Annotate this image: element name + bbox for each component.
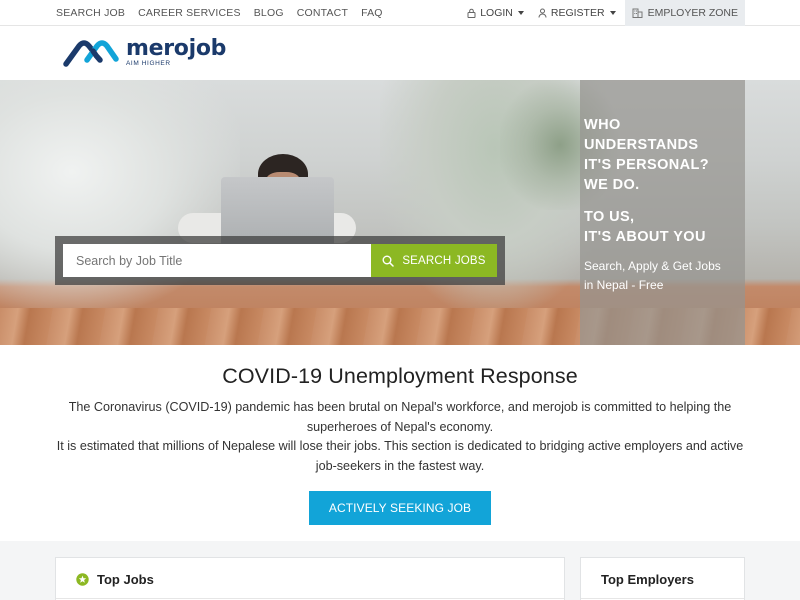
register-dropdown[interactable]: REGISTER: [538, 7, 616, 19]
job-search-input[interactable]: [63, 244, 371, 277]
job-search-form: SEARCH JOBS: [55, 236, 505, 285]
search-jobs-label: SEARCH JOBS: [402, 254, 486, 267]
top-jobs-card: Top Jobs: [55, 557, 565, 600]
search-jobs-button[interactable]: SEARCH JOBS: [371, 244, 497, 277]
site-header: merojob AIM HIGHER: [0, 26, 800, 80]
employer-zone-label: EMPLOYER ZONE: [647, 7, 738, 19]
nav-blog[interactable]: BLOG: [254, 7, 284, 19]
building-icon: [632, 8, 643, 18]
top-employers-label: Top Employers: [601, 572, 694, 587]
hero-subtext-line: Search, Apply & Get Jobs: [584, 259, 721, 273]
divider: [56, 598, 564, 599]
chevron-down-icon: [517, 11, 524, 15]
top-jobs-label: Top Jobs: [97, 572, 154, 587]
covid-paragraph-1: The Coronavirus (COVID-19) pandemic has …: [68, 400, 732, 434]
login-dropdown[interactable]: LOGIN: [467, 7, 524, 19]
nav-search-job[interactable]: SEARCH JOB: [56, 7, 125, 19]
hero-banner: SEARCH JOBS WHO UNDERSTANDS IT'S PERSONA…: [0, 80, 800, 345]
covid-paragraph-2: It is estimated that millions of Nepales…: [56, 439, 744, 473]
user-icon: [538, 8, 547, 18]
lock-icon: [467, 8, 476, 18]
chevron-down-icon: [609, 11, 616, 15]
divider: [581, 598, 744, 599]
hero-headline: WHO UNDERSTANDS IT'S PERSONAL? WE DO. TO…: [584, 115, 745, 247]
hero-headline-line: TO US,: [584, 209, 635, 225]
account-links: LOGIN REGISTER EMPLOYER ZONE: [453, 0, 745, 26]
logo[interactable]: merojob AIM HIGHER: [62, 37, 226, 69]
logo-mark-icon: [63, 40, 119, 67]
top-employers-heading: Top Employers: [601, 572, 694, 587]
brand-name: merojob: [126, 36, 227, 62]
hero-headline-line: IT'S PERSONAL?: [584, 157, 710, 173]
top-nav: SEARCH JOB CAREER SERVICES BLOG CONTACT …: [56, 0, 396, 26]
hero-headline-line: WE DO.: [584, 177, 640, 193]
nav-contact[interactable]: CONTACT: [297, 7, 348, 19]
covid-title: COVID-19 Unemployment Response: [222, 364, 578, 388]
nav-faq[interactable]: FAQ: [361, 7, 383, 19]
top-employers-card: Top Employers: [580, 557, 745, 600]
hero-subtext: Search, Apply & Get Jobs in Nepal - Free: [584, 257, 745, 295]
register-label: REGISTER: [550, 7, 605, 19]
employer-zone-link[interactable]: EMPLOYER ZONE: [624, 0, 745, 26]
actively-seeking-job-button[interactable]: ACTIVELY SEEKING JOB: [309, 491, 491, 525]
star-icon: [76, 573, 89, 586]
covid-response-section: COVID-19 Unemployment Response The Coron…: [0, 345, 800, 541]
hero-headline-line: IT'S ABOUT YOU: [584, 229, 706, 245]
search-icon: [382, 255, 395, 267]
brand-tagline: AIM HIGHER: [126, 60, 171, 68]
nav-career-services[interactable]: CAREER SERVICES: [138, 7, 241, 19]
login-label: LOGIN: [480, 7, 513, 19]
top-bar: SEARCH JOB CAREER SERVICES BLOG CONTACT …: [0, 0, 800, 26]
hero-subtext-line: in Nepal - Free: [584, 278, 664, 292]
top-jobs-heading: Top Jobs: [76, 572, 154, 587]
hero-headline-line: WHO: [584, 117, 621, 133]
listings-section: Top Jobs Top Employers: [0, 541, 800, 600]
hero-tagline-panel: WHO UNDERSTANDS IT'S PERSONAL? WE DO. TO…: [580, 80, 745, 345]
hero-headline-line: UNDERSTANDS: [584, 137, 699, 153]
